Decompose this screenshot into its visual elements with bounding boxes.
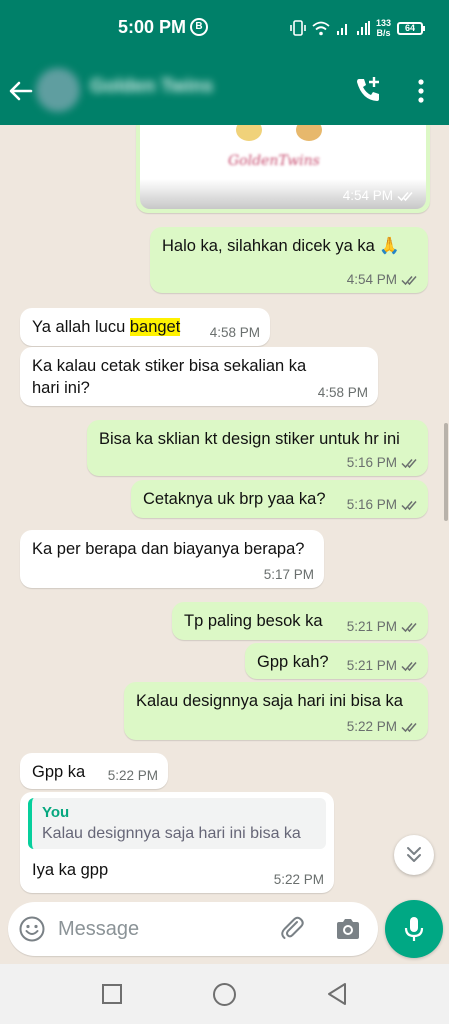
message-meta: 5:21 PM [347,619,418,634]
image-figure [236,125,262,141]
image-logo: GoldenTwins [228,153,320,169]
more-vertical-icon [418,79,424,103]
triangle-back-icon [328,983,346,1005]
message-time: 4:58 PM [317,385,368,400]
message-text: Ka per berapa dan biayanya berapa? [32,540,305,558]
scroll-to-bottom-button[interactable] [394,835,434,875]
contact-avatar[interactable] [36,68,80,112]
message-meta: 5:22 PM [274,872,324,887]
status-time: 5:00 PM [118,17,187,37]
recent-apps-button[interactable] [102,984,122,1004]
double-check-icon [397,191,413,201]
message-meta: 4:54 PM [343,188,414,203]
vibrate-icon [290,20,306,36]
quoted-message[interactable]: You Kalau designnya saja hari ini bisa k… [28,798,326,849]
signal-1-icon [337,24,347,35]
message-bubble-outgoing[interactable]: Halo ka, silahkan dicek ya ka 🙏 4:54 PM [150,227,428,293]
chat-header: Golden Twins [0,56,449,125]
image-message[interactable]: GoldenTwins 4:54 PM [136,125,430,213]
message-bubble-outgoing[interactable]: Gpp kah? 5:21 PM [245,643,428,679]
system-back-button[interactable] [326,982,348,1006]
home-button[interactable] [213,983,236,1006]
message-text-plain: Ya allah lucu [32,318,130,336]
message-meta: 4:58 PM [318,385,368,400]
message-bubble-incoming-reply[interactable]: You Kalau designnya saja hari ini bisa k… [20,792,334,893]
message-meta: 4:54 PM [347,272,418,287]
message-time: 4:54 PM [342,188,393,203]
message-time: 4:54 PM [346,272,397,287]
message-text: Ka kalau cetak stiker bisa sekalian ka h… [32,357,307,397]
more-options-button[interactable] [412,76,430,106]
double-check-icon [401,458,417,468]
network-speed-unit: B/s [376,28,391,38]
battery-icon: 64 [397,21,426,35]
status-bar: 5:00 PM B 133 B/s 64 [0,0,449,56]
camera-button[interactable] [334,915,362,943]
wifi-icon [312,21,330,35]
notification-b-icon: B [190,18,208,36]
message-bubble-incoming[interactable]: Gpp ka 5:22 PM [20,753,168,789]
double-check-icon [401,661,417,671]
message-meta: 5:22 PM [347,719,418,734]
attach-button[interactable] [278,915,306,943]
message-time: 5:17 PM [263,567,314,582]
message-meta: 5:17 PM [264,567,314,582]
double-check-icon [401,500,417,510]
contact-name[interactable]: Golden Twins [90,76,213,98]
message-bubble-outgoing[interactable]: Cetaknya uk brp yaa ka? 5:16 PM [131,480,428,518]
emoji-button[interactable] [18,915,46,943]
network-speed: 133 B/s [376,18,391,38]
message-time: 5:22 PM [346,719,397,734]
chat-area[interactable]: GoldenTwins 4:54 PM Halo ka, silahkan di… [0,125,449,897]
message-composer [8,902,378,956]
add-call-icon [357,77,379,101]
system-nav-bar [0,964,449,1024]
message-time: 5:16 PM [346,455,397,470]
message-meta: 5:21 PM [347,658,418,673]
double-chevron-down-icon [407,847,421,862]
double-check-icon [401,722,417,732]
network-speed-value: 133 [376,18,392,28]
message-time: 5:21 PM [346,658,397,673]
message-bubble-outgoing[interactable]: Kalau designnya saja hari ini bisa ka 5:… [124,682,428,740]
message-time: 5:22 PM [273,872,324,887]
signal-2-icon [357,21,370,35]
message-time: 4:58 PM [209,325,260,340]
paperclip-icon [281,916,304,939]
mic-icon [404,917,424,941]
message-meta: 5:16 PM [347,497,418,512]
quote-text: Kalau designnya saja hari ini bisa ka [42,825,301,842]
message-bubble-incoming[interactable]: Ka kalau cetak stiker bisa sekalian ka h… [20,347,378,406]
voice-record-button[interactable] [385,900,443,958]
double-check-icon [401,622,417,632]
arrow-left-icon [9,81,33,101]
message-input[interactable] [58,912,268,946]
message-time: 5:16 PM [346,497,397,512]
message-meta: 4:58 PM [210,325,260,340]
message-meta: 5:16 PM [347,455,418,470]
message-time: 5:22 PM [107,768,158,783]
message-text: Kalau designnya saja hari ini bisa ka [136,692,403,710]
message-bubble-outgoing[interactable]: Bisa ka sklian kt design stiker untuk hr… [87,420,428,476]
back-button[interactable] [6,76,36,106]
double-check-icon [401,275,417,285]
message-text: Halo ka, silahkan dicek ya ka 🙏 [162,237,400,255]
message-meta: 5:22 PM [108,768,158,783]
quote-author: You [42,804,70,821]
status-icons: 133 B/s 64 [290,16,426,40]
message-bubble-incoming[interactable]: Ka per berapa dan biayanya berapa? 5:17 … [20,530,324,588]
message-bubble-outgoing[interactable]: Tp paling besok ka 5:21 PM [172,602,428,640]
message-text: Bisa ka sklian kt design stiker untuk hr… [99,430,400,448]
message-text-highlight: banget [129,318,181,336]
message-time: 5:21 PM [346,619,397,634]
message-bubble-incoming[interactable]: Ya allah lucu banget 4:58 PM [20,308,270,346]
add-call-button[interactable] [352,74,384,106]
camera-icon [337,919,359,939]
scrollbar[interactable] [444,423,448,521]
image-figure [296,125,322,141]
emoji-icon [19,916,45,942]
